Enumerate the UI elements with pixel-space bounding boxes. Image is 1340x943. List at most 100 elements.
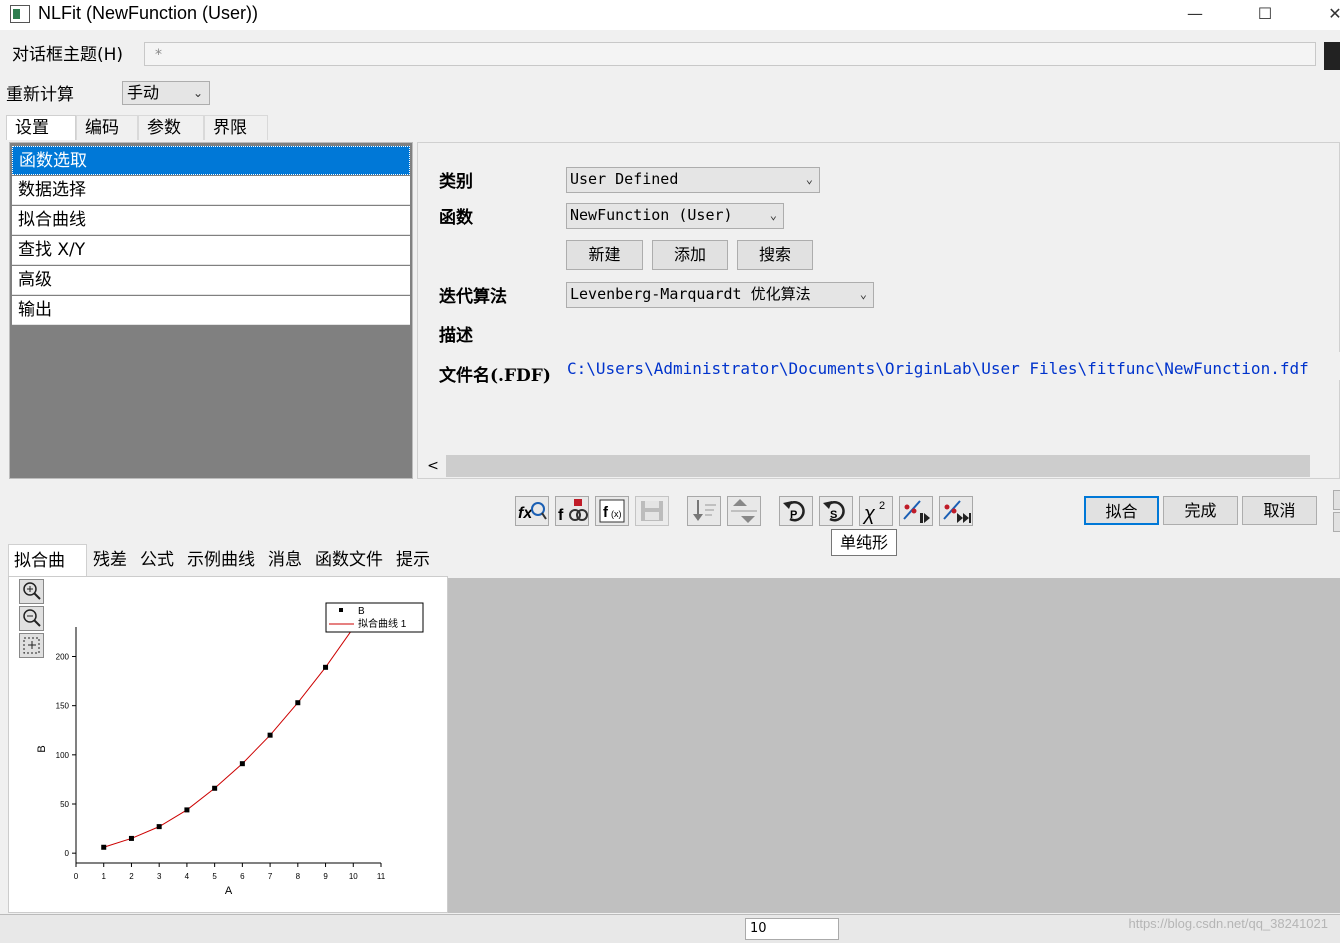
fit-iterate-icon[interactable] bbox=[899, 496, 933, 526]
settings-nav-list: 函数选取 数据选择 拟合曲线 查找 X/Y 高级 输出 bbox=[9, 142, 413, 479]
x-tick-label: 9 bbox=[323, 872, 328, 881]
nav-item-data-selection[interactable]: 数据选择 bbox=[12, 176, 410, 205]
y-tick-label: 50 bbox=[60, 800, 69, 809]
save-icon bbox=[635, 496, 669, 526]
svg-text:fx: fx bbox=[518, 505, 533, 522]
svg-text:2: 2 bbox=[879, 500, 885, 512]
x-tick-label: 6 bbox=[240, 872, 245, 881]
maximize-button[interactable]: ☐ bbox=[1242, 0, 1288, 30]
nav-item-output[interactable]: 输出 bbox=[12, 296, 410, 325]
x-tick-label: 11 bbox=[377, 872, 386, 881]
sort-down-icon[interactable] bbox=[687, 496, 721, 526]
nav-item-function-selection[interactable]: 函数选取 bbox=[12, 146, 410, 175]
recalc-value: 手动 bbox=[127, 83, 160, 102]
f-param-icon[interactable]: f (x) bbox=[595, 496, 629, 526]
settings-panel bbox=[417, 142, 1340, 479]
minimize-button[interactable]: — bbox=[1172, 0, 1218, 30]
chevron-down-icon: ⌄ bbox=[859, 287, 867, 301]
y-tick-label: 150 bbox=[56, 702, 70, 711]
tab-parameters[interactable]: 参数 bbox=[138, 115, 204, 140]
done-button[interactable]: 完成 bbox=[1163, 496, 1238, 525]
path-overflow-mask bbox=[1322, 352, 1340, 380]
svg-text:(x): (x) bbox=[611, 509, 622, 519]
side-collapse-button[interactable] bbox=[1333, 512, 1340, 532]
scrollbar-thumb[interactable] bbox=[446, 455, 1310, 477]
x-tick-label: 2 bbox=[129, 872, 134, 881]
chart-canvas: 0 1 2 3 4 5 6 7 8 9 10 11050100150200AB B拟合曲线 1 bbox=[36, 602, 424, 897]
undo-p-icon[interactable]: P bbox=[779, 496, 813, 526]
fit-button[interactable]: 拟合 bbox=[1084, 496, 1159, 525]
tab-code[interactable]: 编码 bbox=[76, 115, 138, 140]
app-icon bbox=[10, 5, 30, 23]
legend-label-b: B bbox=[358, 606, 365, 617]
add-button[interactable]: 添加 bbox=[652, 240, 728, 270]
sort-up-icon[interactable] bbox=[727, 496, 761, 526]
recalc-dropdown[interactable]: 手动 ⌄ bbox=[122, 81, 210, 105]
iteration-algorithm-dropdown[interactable]: Levenberg-Marquardt 优化算法 ⌄ bbox=[566, 282, 874, 308]
nav-item-advanced[interactable]: 高级 bbox=[12, 266, 410, 295]
data-point bbox=[239, 761, 245, 767]
cancel-button[interactable]: 取消 bbox=[1242, 496, 1317, 525]
side-expand-button[interactable] bbox=[1333, 490, 1340, 510]
svg-text:χ: χ bbox=[862, 503, 876, 525]
window-title: NLFit (NewFunction (User)) bbox=[38, 3, 259, 23]
x-tick-label: 8 bbox=[296, 872, 301, 881]
function-label: 函数 bbox=[439, 208, 473, 228]
chevron-down-icon: ⌄ bbox=[769, 208, 777, 222]
tab-bounds[interactable]: 界限 bbox=[204, 115, 268, 140]
data-point bbox=[267, 732, 273, 738]
fx-search-icon[interactable]: fx bbox=[515, 496, 549, 526]
iteration-label: 迭代算法 bbox=[439, 287, 507, 307]
theme-label: 对话框主题(H) bbox=[12, 45, 124, 65]
tab-formula[interactable]: 公式 bbox=[135, 544, 179, 576]
tab-sample-curve[interactable]: 示例曲线 bbox=[182, 544, 260, 576]
data-point bbox=[184, 807, 190, 813]
category-value: User Defined bbox=[570, 170, 679, 188]
x-tick-label: 10 bbox=[349, 872, 358, 881]
y-tick-label: 200 bbox=[56, 653, 70, 662]
nav-item-fitted-curves[interactable]: 拟合曲线 bbox=[12, 206, 410, 235]
y-tick-label: 0 bbox=[65, 849, 70, 858]
data-point bbox=[128, 835, 134, 841]
tab-function-file[interactable]: 函数文件 bbox=[310, 544, 388, 576]
nav-item-find-xy[interactable]: 查找 X/Y bbox=[12, 236, 410, 265]
empty-preview-area bbox=[448, 578, 1340, 913]
category-dropdown[interactable]: User Defined ⌄ bbox=[566, 167, 820, 193]
new-button[interactable]: 新建 bbox=[566, 240, 643, 270]
f-gear-icon[interactable]: f bbox=[555, 496, 589, 526]
scroll-left-icon[interactable]: < bbox=[424, 455, 442, 477]
status-combo[interactable]: 10 bbox=[745, 918, 839, 940]
x-tick-label: 5 bbox=[212, 872, 217, 881]
description-label: 描述 bbox=[439, 326, 473, 346]
fit-until-converge-icon[interactable] bbox=[939, 496, 973, 526]
chevron-down-icon: ⌄ bbox=[192, 86, 203, 100]
filename-link[interactable]: C:\Users\Administrator\Documents\OriginL… bbox=[567, 359, 1309, 378]
data-point bbox=[212, 785, 218, 791]
x-tick-label: 0 bbox=[74, 872, 79, 881]
undo-s-icon[interactable]: S bbox=[819, 496, 853, 526]
x-axis-label: A bbox=[225, 885, 233, 897]
filename-label: 文件名(.FDF) bbox=[439, 366, 551, 386]
svg-text:P: P bbox=[790, 509, 797, 521]
tab-fitted-curves[interactable]: 拟合曲线 bbox=[8, 544, 87, 603]
close-button[interactable]: ✕ bbox=[1312, 0, 1340, 30]
svg-text:f: f bbox=[558, 507, 564, 524]
tooltip: 单纯形 bbox=[831, 529, 897, 556]
legend-marker-b bbox=[339, 608, 343, 612]
function-dropdown[interactable]: NewFunction (User) ⌄ bbox=[566, 203, 784, 229]
tab-residuals[interactable]: 残差 bbox=[88, 544, 132, 576]
x-tick-label: 4 bbox=[185, 872, 190, 881]
x-tick-label: 3 bbox=[157, 872, 162, 881]
y-tick-label: 100 bbox=[56, 751, 70, 760]
chi-square-icon[interactable]: χ2 bbox=[859, 496, 893, 526]
search-button[interactable]: 搜索 bbox=[737, 240, 813, 270]
tab-messages[interactable]: 消息 bbox=[263, 544, 307, 576]
data-point bbox=[323, 664, 329, 670]
data-point bbox=[295, 700, 301, 706]
theme-input[interactable]: * bbox=[144, 42, 1316, 66]
data-point bbox=[156, 824, 162, 830]
tab-hints[interactable]: 提示 bbox=[391, 544, 435, 576]
theme-menu-arrow-button[interactable] bbox=[1324, 42, 1340, 70]
tab-settings[interactable]: 设置 bbox=[6, 115, 76, 140]
fit-preview-plot: 0 1 2 3 4 5 6 7 8 9 10 11 0 50 100 150 200 A B B 拟合曲线 1 bbox=[8, 576, 448, 913]
